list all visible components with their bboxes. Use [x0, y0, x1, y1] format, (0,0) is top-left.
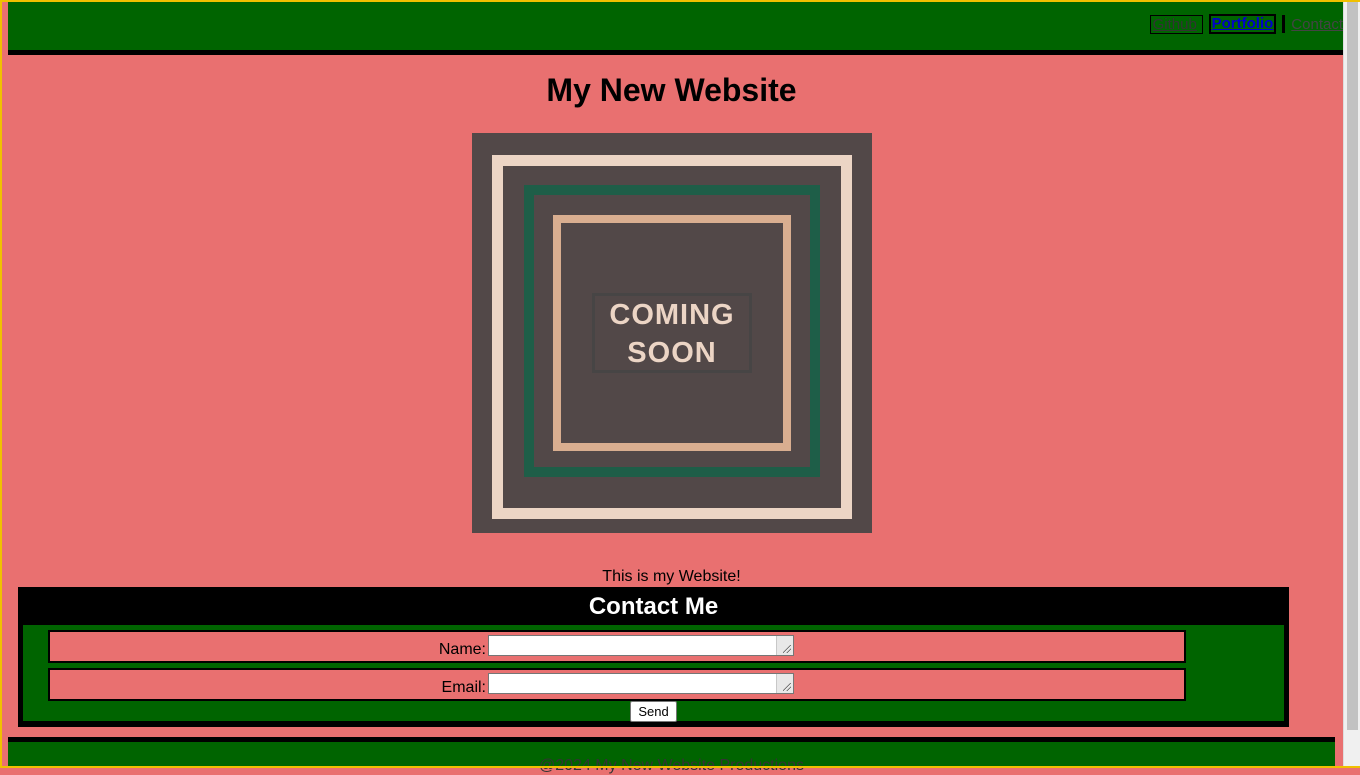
contact-title: Contact Me: [588, 593, 719, 620]
coming-soon-text: COMING SOON: [592, 293, 752, 373]
nav-link-contact[interactable]: Contact: [1291, 16, 1343, 33]
contact-form: Name: Email: Send: [23, 625, 1284, 722]
top-nav: Github Portfolio Contact: [1149, 14, 1343, 34]
site-header: Github Portfolio Contact: [8, 2, 1343, 55]
site-footer: @2024 My New Website Productions: [8, 737, 1335, 774]
send-button[interactable]: Send: [630, 701, 677, 722]
nav-link-github[interactable]: Github: [1149, 14, 1203, 34]
nav-link-portfolio[interactable]: Portfolio: [1208, 14, 1277, 34]
vertical-scrollbar[interactable]: [1343, 0, 1360, 768]
nav-divider: [1282, 15, 1286, 33]
footer-text: @2024 My New Website Productions: [539, 757, 804, 774]
page-title: My New Website: [546, 72, 797, 108]
name-row: Name:: [48, 630, 1186, 663]
coming-soon-image: COMING SOON: [472, 133, 872, 533]
email-label: Email:: [441, 679, 486, 696]
resize-grip-icon[interactable]: [776, 674, 793, 693]
contact-section: Contact Me Name: Email: Send: [18, 587, 1289, 727]
email-field[interactable]: [488, 673, 794, 694]
tagline: This is my Website!: [602, 568, 741, 585]
coming-soon-line-2: SOON: [627, 337, 717, 369]
coming-soon-line-1: COMING: [609, 299, 735, 331]
email-row: Email:: [48, 668, 1186, 701]
resize-grip-icon[interactable]: [776, 636, 793, 655]
scrollbar-thumb[interactable]: [1347, 2, 1358, 730]
name-label: Name:: [438, 641, 486, 658]
name-field[interactable]: [488, 635, 794, 656]
